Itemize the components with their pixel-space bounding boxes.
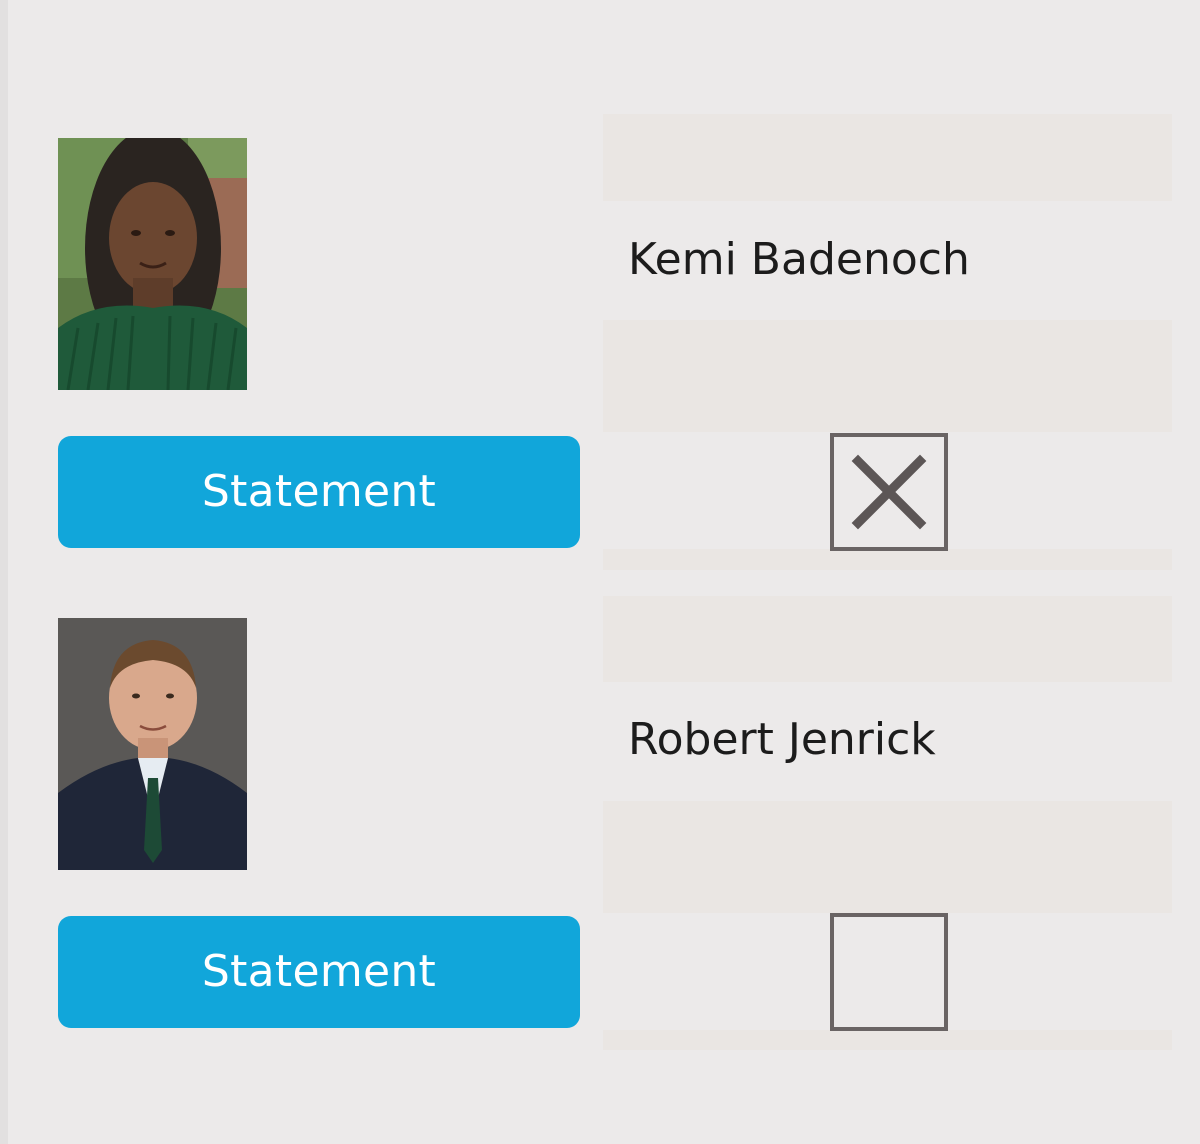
candidate-photo: [58, 618, 247, 870]
candidate-portrait-image: [58, 618, 247, 870]
panel-bottom-strip: [603, 549, 1172, 570]
panel-bottom-strip: [603, 1030, 1172, 1050]
candidate-row-jenrick: Statement Robert Jenrick: [0, 0, 1200, 1050]
vote-checkbox[interactable]: [830, 913, 948, 1031]
candidate-name: Robert Jenrick: [628, 714, 936, 765]
panel-middle-strip: [603, 801, 1172, 913]
statement-button[interactable]: Statement: [58, 916, 580, 1028]
panel-top-strip: [603, 596, 1172, 682]
